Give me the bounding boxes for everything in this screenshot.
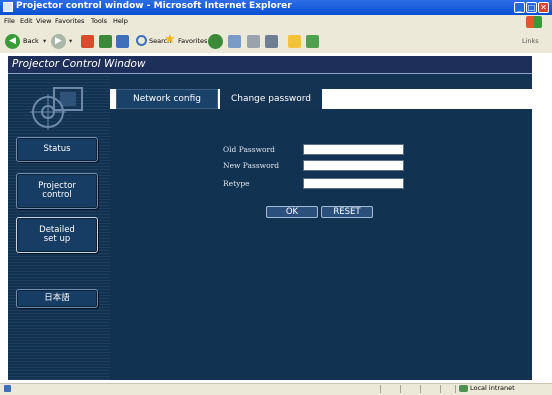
sidebar-item-label: Status — [43, 144, 71, 154]
status-separator — [400, 385, 401, 393]
banner: Projector Control Window — [8, 56, 532, 74]
home-icon[interactable] — [116, 35, 129, 48]
page-icon — [4, 385, 11, 392]
back-dropdown-icon[interactable]: ▾ — [43, 37, 46, 45]
status-separator — [420, 385, 421, 393]
close-button[interactable]: ✕ — [538, 2, 549, 13]
print-icon[interactable] — [247, 35, 260, 48]
sidebar-item-label-line2: set up — [43, 234, 71, 244]
mail-icon[interactable] — [228, 35, 241, 48]
folder-icon[interactable] — [288, 35, 301, 48]
status-separator — [455, 385, 456, 393]
tab-change-password[interactable]: Change password — [220, 89, 322, 109]
forward-arrow-icon[interactable]: ▶ — [51, 34, 66, 49]
minimize-button[interactable]: _ — [514, 2, 525, 13]
sidebar-item-projector-control[interactable]: Projector control — [16, 173, 98, 209]
ok-button[interactable]: OK — [266, 206, 318, 218]
stop-icon[interactable] — [81, 35, 94, 48]
old-password-label: Old Password — [223, 145, 275, 154]
tab-network-config[interactable]: Network config — [116, 89, 218, 109]
retype-label: Retype — [223, 179, 250, 188]
favorites-star-icon[interactable]: ★ — [164, 32, 176, 47]
menu-tools[interactable]: Tools — [91, 17, 107, 25]
retype-password-field[interactable] — [303, 178, 404, 189]
tab-label: Change password — [230, 94, 312, 104]
sidebar-item-detailed-set-up[interactable]: Detailed set up — [16, 217, 98, 253]
menu-view[interactable]: View — [36, 17, 51, 25]
history-icon[interactable] — [208, 34, 223, 49]
projector-logo-icon — [30, 87, 83, 130]
menu-edit[interactable]: Edit — [20, 17, 33, 25]
menu-bar: File Edit View Favorites Tools Help — [0, 15, 552, 29]
tab-label: Network config — [133, 94, 201, 104]
title-bar: Projector control window - Microsoft Int… — [0, 0, 552, 15]
old-password-field[interactable] — [303, 144, 404, 155]
menu-file[interactable]: File — [4, 17, 15, 25]
sidebar-item-label-line2: control — [42, 190, 72, 200]
messenger-icon[interactable] — [306, 35, 319, 48]
back-arrow-icon[interactable]: ◀ — [5, 34, 20, 49]
windows-logo-icon — [526, 16, 542, 28]
edit-icon[interactable] — [265, 35, 278, 48]
intranet-zone-icon — [459, 385, 468, 392]
back-button-label[interactable]: Back — [23, 37, 39, 45]
reset-button[interactable]: RESET — [321, 206, 373, 218]
new-password-label: New Password — [223, 161, 280, 170]
links-label[interactable]: Links — [522, 37, 539, 45]
sidebar-item-label: 日本語 — [44, 293, 70, 303]
sidebar-item-status[interactable]: Status — [16, 137, 98, 162]
sidebar-item-japanese[interactable]: 日本語 — [16, 289, 98, 308]
menu-favorites[interactable]: Favorites — [55, 17, 84, 25]
refresh-icon[interactable] — [99, 35, 112, 48]
menu-help[interactable]: Help — [113, 17, 128, 25]
window-title: Projector control window - Microsoft Int… — [16, 1, 292, 11]
status-separator — [440, 385, 441, 393]
status-separator — [380, 385, 381, 393]
maximize-button[interactable]: □ — [526, 2, 537, 13]
forward-dropdown-icon[interactable]: ▾ — [69, 37, 72, 45]
new-password-field[interactable] — [303, 160, 404, 171]
security-zone-label: Local intranet — [470, 384, 515, 392]
banner-title: Projector Control Window — [12, 58, 146, 70]
ie-window-icon — [3, 2, 13, 12]
favorites-button-label[interactable]: Favorites — [178, 37, 207, 45]
search-icon[interactable] — [136, 35, 147, 46]
